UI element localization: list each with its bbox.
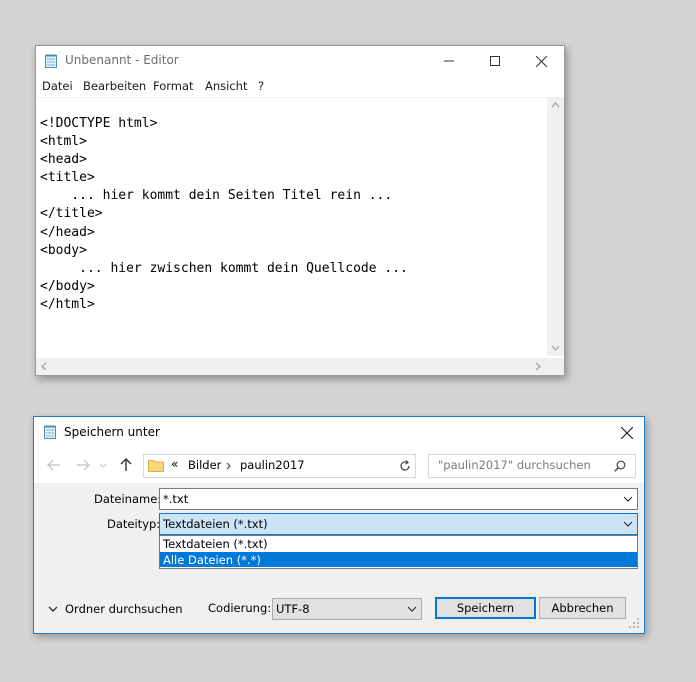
menu-format[interactable]: Format [153,79,194,93]
filename-value: *.txt [163,492,189,506]
filetype-value: Textdateien (*.txt) [163,517,268,531]
filename-label: Dateiname: [94,492,162,506]
filetype-option-selected[interactable]: Alle Dateien (*.*) [160,552,637,567]
close-button[interactable] [518,46,564,76]
filetype-option-label: Textdateien (*.txt) [163,537,268,551]
menu-help[interactable]: ? [258,79,264,93]
breadcrumb-item-bilder[interactable]: Bilder [188,458,221,472]
chevron-right-icon [226,462,231,470]
menu-ansicht[interactable]: Ansicht [205,79,247,93]
maximize-button[interactable] [472,46,518,76]
chevron-down-icon [48,606,58,612]
filetype-dropdown-list: Textdateien (*.txt) Alle Dateien (*.*) [159,535,638,569]
save-as-dialog: Speichern unter « Bilder paulin2017 "pau… [33,416,645,634]
minimize-icon [444,60,454,62]
minimize-button[interactable] [426,46,472,76]
notepad-titlebar[interactable]: Unbenannt - Editor [36,46,564,76]
refresh-icon [399,460,410,471]
refresh-button[interactable] [394,454,416,478]
dialog-title: Speichern unter [64,425,160,439]
resize-grip-icon[interactable] [628,617,640,629]
chevron-down-icon[interactable] [407,604,417,614]
search-icon[interactable] [614,460,626,472]
encoding-label: Codierung: [208,601,272,615]
filetype-option[interactable]: Textdateien (*.txt) [160,536,637,551]
up-button[interactable] [117,457,135,473]
save-button[interactable]: Speichern [435,597,536,619]
chevron-down-icon[interactable] [623,519,633,529]
forward-button[interactable] [74,457,92,473]
maximize-icon [490,56,500,66]
menu-datei[interactable]: Datei [42,79,73,93]
address-bar[interactable]: « Bilder paulin2017 [143,454,416,478]
encoding-select[interactable]: UTF-8 [272,598,422,620]
encoding-value: UTF-8 [276,602,310,616]
cancel-button[interactable]: Abbrechen [539,597,626,619]
search-placeholder: "paulin2017" durchsuchen [438,458,591,472]
filename-field[interactable]: *.txt [159,488,638,510]
notepad-app-icon [45,54,57,68]
search-box[interactable]: "paulin2017" durchsuchen [428,454,636,478]
scroll-down-icon[interactable] [551,345,560,351]
chevron-down-icon[interactable] [623,494,633,504]
menu-bearbeiten[interactable]: Bearbeiten [83,79,146,93]
back-button[interactable] [45,457,63,473]
close-icon [535,55,547,67]
dialog-close-button[interactable] [616,422,638,444]
breadcrumb-overflow[interactable]: « [171,457,178,471]
notepad-app-icon [44,425,56,439]
notepad-menubar: Datei Bearbeiten Format Ansicht ? [36,76,564,98]
scroll-up-icon[interactable] [551,102,560,108]
arrow-left-icon [47,459,60,471]
navigation-bar: « Bilder paulin2017 "paulin2017" durchsu… [34,447,644,483]
close-icon [621,427,633,439]
filetype-option-label: Alle Dateien (*.*) [163,553,261,567]
notepad-text-area[interactable]: <!DOCTYPE html> <html> <head> <title> ..… [40,115,540,314]
dialog-titlebar[interactable]: Speichern unter [34,417,644,447]
browse-folders-label: Ordner durchsuchen [65,602,183,616]
scrollbar-corner [547,358,564,375]
arrow-right-icon [77,459,90,471]
vertical-scrollbar[interactable] [547,98,564,356]
notepad-window-title: Unbenannt - Editor [65,53,179,67]
arrow-up-icon [120,458,132,471]
chevron-down-icon [99,463,107,468]
filetype-select[interactable]: Textdateien (*.txt) [159,513,638,535]
dialog-body: Dateiname: *.txt Dateityp: Textdateien (… [34,483,644,633]
notepad-window: Unbenannt - Editor Datei Bearbeiten Form… [35,45,565,376]
scroll-right-icon[interactable] [535,362,541,371]
horizontal-scrollbar[interactable] [36,358,547,375]
scroll-left-icon[interactable] [41,362,47,371]
recent-locations-button[interactable] [98,457,108,473]
filetype-label: Dateityp: [107,517,161,531]
breadcrumb-item-paulin2017[interactable]: paulin2017 [240,458,305,472]
folder-icon [148,460,164,472]
